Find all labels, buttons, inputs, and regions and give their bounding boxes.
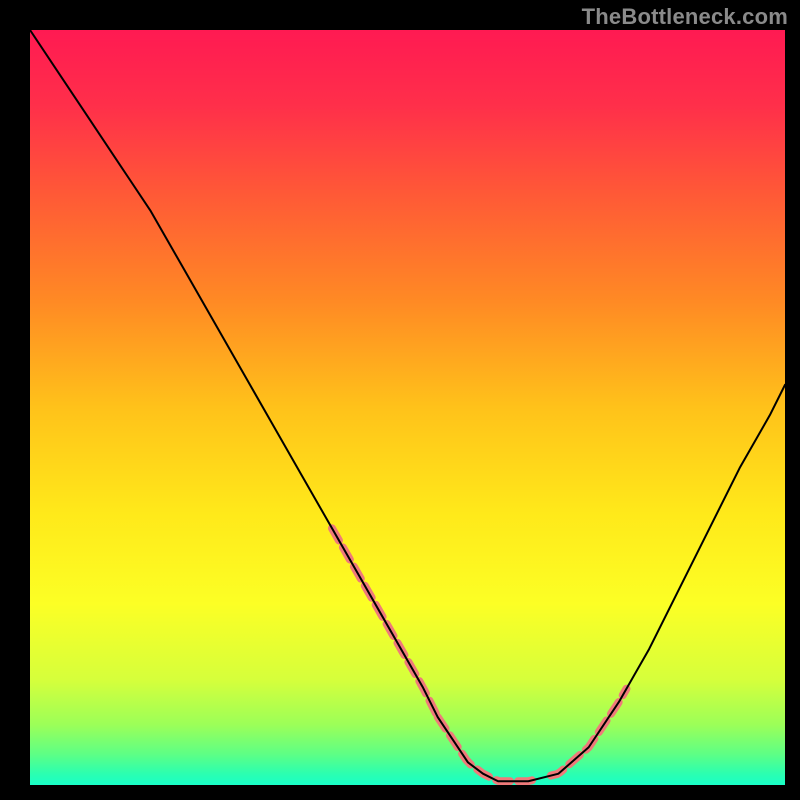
chart-frame: TheBottleneck.com	[0, 0, 800, 800]
curve-line	[30, 30, 785, 781]
bottleneck-curve	[30, 30, 785, 785]
plot-area	[30, 30, 785, 785]
watermark-text: TheBottleneck.com	[582, 4, 788, 30]
curve-highlight	[332, 528, 626, 781]
